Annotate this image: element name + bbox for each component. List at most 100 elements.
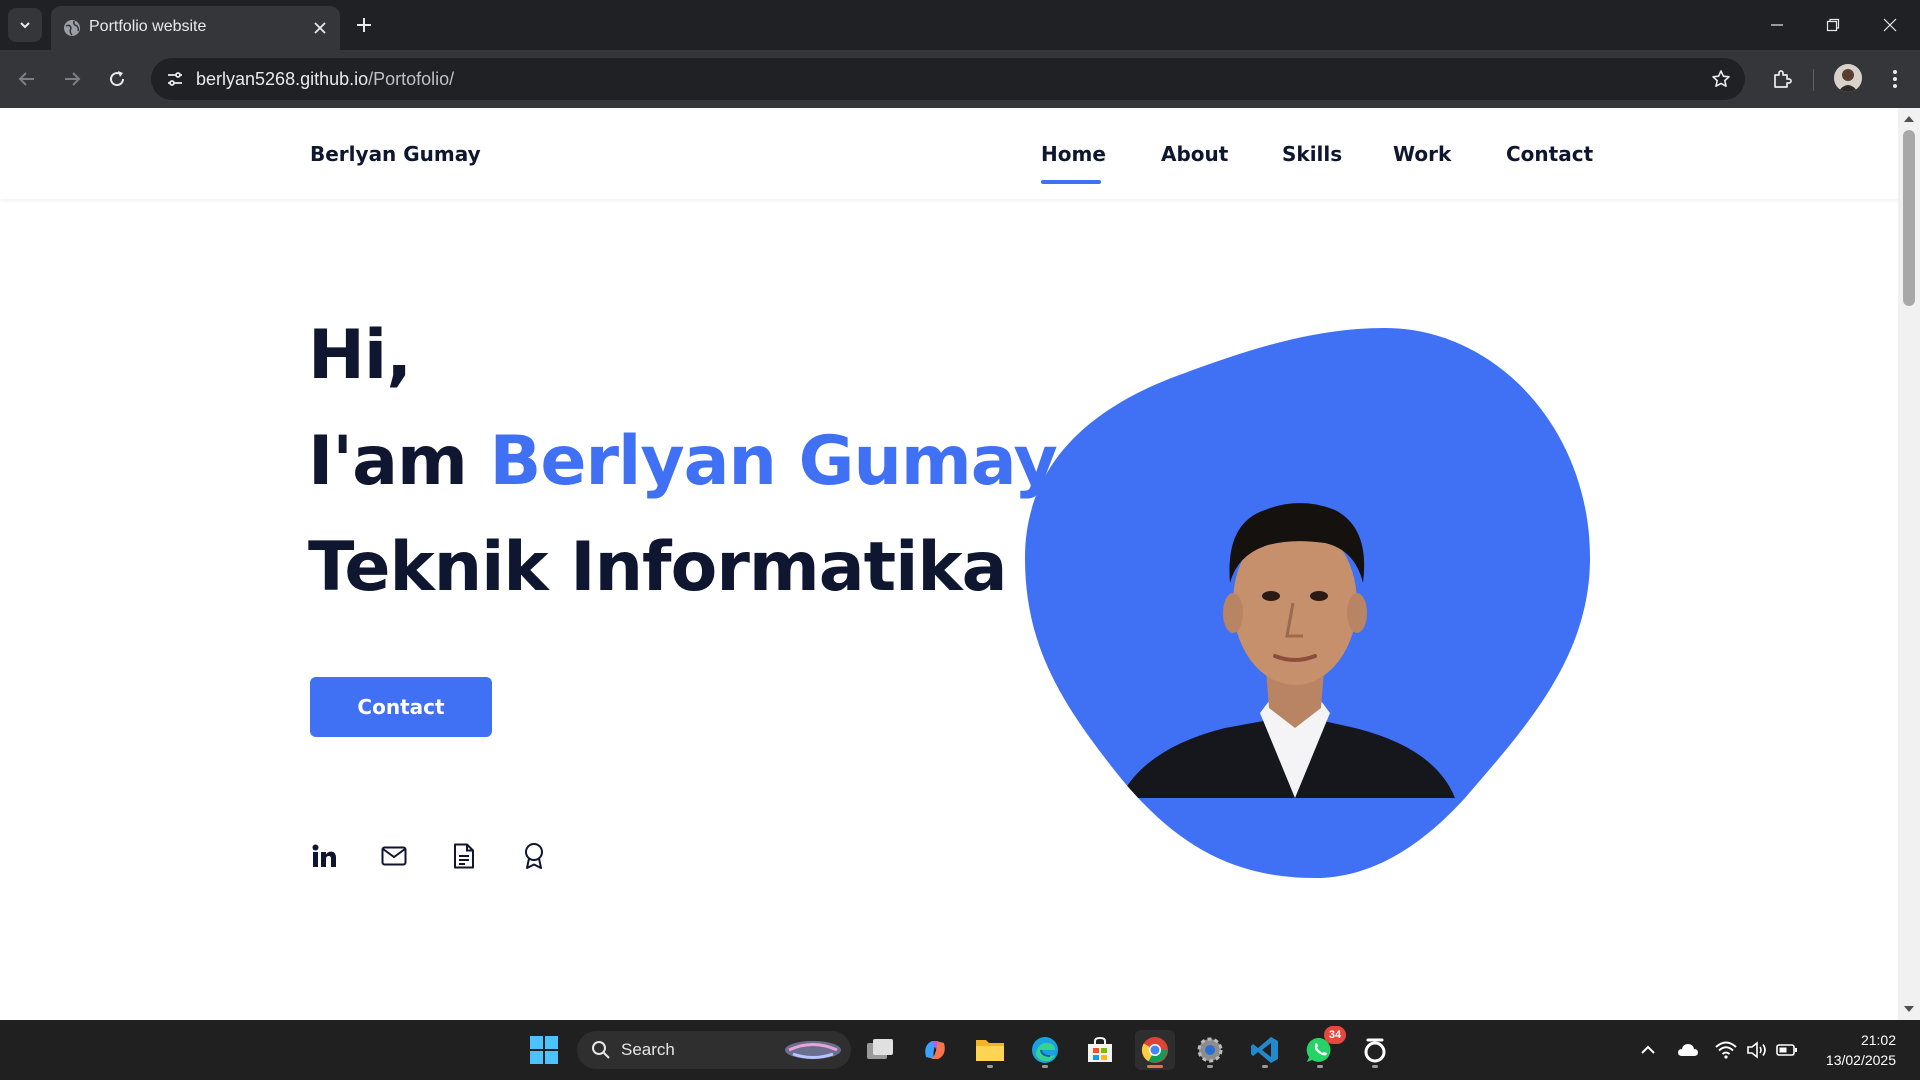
chrome-icon [1141,1037,1168,1063]
hero-image-blob [1025,328,1590,878]
scroll-up-arrow[interactable] [1904,116,1914,122]
tray-battery[interactable] [1775,1038,1799,1062]
tray-volume[interactable] [1745,1038,1769,1062]
reload-button[interactable] [102,64,132,94]
running-indicator [1372,1065,1378,1068]
taskbar-settings[interactable] [1190,1030,1230,1070]
extensions-button[interactable] [1767,64,1797,94]
tray-onedrive[interactable] [1676,1038,1700,1062]
hero-subtitle: Teknik Informatika [308,528,1008,607]
folder-icon [976,1040,1004,1061]
tune-icon [168,72,182,86]
nav-contact[interactable]: Contact [1506,142,1593,166]
minimize-icon [1771,24,1783,26]
taskbar-clock[interactable]: 21:02 13/02/2025 [1826,1030,1896,1070]
email-link[interactable] [379,841,409,871]
nav-home[interactable]: Home [1041,142,1106,166]
taskbar-copilot[interactable] [915,1030,955,1070]
close-icon [1883,18,1897,32]
clock-time: 21:02 [1860,1032,1896,1048]
browser-tab[interactable]: Portfolio website [51,6,340,50]
edge-icon [1032,1037,1058,1063]
toolbar-divider [1813,69,1814,91]
tray-wifi[interactable] [1714,1038,1738,1062]
windows-taskbar: Search 34 21:02 13/02/2025 [0,1020,1920,1080]
url-host: berlyan5268.github.io [196,69,369,89]
taskbar-search[interactable]: Search [577,1031,851,1069]
running-indicator [1262,1065,1268,1068]
vscode-icon [1251,1037,1278,1063]
minimize-button[interactable] [1764,12,1790,38]
nav-about[interactable]: About [1161,142,1228,166]
battery-icon [1776,1044,1797,1056]
copilot-icon [925,1041,945,1059]
url-path: /Portofolio/ [368,69,455,89]
scroll-down-arrow[interactable] [1904,1006,1914,1012]
start-button[interactable] [524,1030,564,1070]
tab-close-button[interactable] [310,18,330,38]
scrollbar-thumb[interactable] [1903,130,1915,306]
tab-title: Portfolio website [89,18,207,35]
linkedin-link[interactable] [309,841,339,871]
running-indicator [1317,1065,1323,1068]
mail-icon [381,846,407,866]
plus-icon [357,18,371,32]
tray-overflow-button[interactable] [1636,1038,1660,1062]
more-vertical-icon [1893,70,1897,88]
page-scrollbar[interactable] [1898,108,1920,1020]
taskbar-whatsapp[interactable]: 34 [1300,1026,1346,1070]
taskbar-vscode[interactable] [1245,1030,1285,1070]
taskbar-app[interactable] [1355,1030,1395,1070]
resume-link[interactable] [449,841,479,871]
back-button[interactable] [12,64,42,94]
nav-work[interactable]: Work [1393,142,1451,166]
taskbar-file-explorer[interactable] [970,1030,1010,1070]
chevron-up-icon [1641,1045,1655,1054]
reload-icon [110,71,125,87]
browser-tabstrip: Portfolio website [0,0,1920,50]
document-icon [454,843,474,869]
site-logo[interactable]: Berlyan Gumay [310,142,481,166]
taskbar-chrome[interactable] [1135,1030,1175,1070]
address-bar[interactable]: berlyan5268.github.io/Portofolio/ [151,58,1745,100]
nav-skills[interactable]: Skills [1282,142,1342,166]
certificate-link[interactable] [519,841,549,871]
globe-icon [64,20,80,36]
running-indicator [987,1065,993,1068]
taskbar-store[interactable] [1080,1030,1120,1070]
url-text[interactable]: berlyan5268.github.io/Portofolio/ [196,69,454,90]
task-view-icon [867,1039,893,1059]
puzzle-icon [1774,70,1792,88]
active-indicator [1147,1065,1163,1068]
browser-toolbar: berlyan5268.github.io/Portofolio/ [0,50,1920,108]
bookmark-button[interactable] [1709,67,1733,91]
close-window-button[interactable] [1877,12,1903,38]
arrow-left-icon [18,72,34,86]
star-icon [1712,70,1730,87]
running-indicator [1042,1065,1048,1068]
notification-badge: 34 [1324,1026,1346,1044]
profile-avatar[interactable] [1834,64,1862,92]
tab-search-button[interactable] [8,8,42,42]
restore-button[interactable] [1820,12,1846,38]
nav-active-indicator [1041,180,1101,184]
new-tab-button[interactable] [352,13,376,37]
forward-button[interactable] [57,64,87,94]
browser-menu-button[interactable] [1880,64,1910,94]
windows-logo-icon [530,1036,558,1064]
taskbar-edge[interactable] [1025,1030,1065,1070]
page-viewport: Berlyan Gumay Home About Skills Work Con… [0,108,1898,1020]
hero-contact-button[interactable]: Contact [310,677,492,737]
taskbar-task-view[interactable] [860,1030,900,1070]
chevron-down-icon [20,22,30,29]
volume-icon [1747,1041,1766,1059]
clock-date: 13/02/2025 [1825,1052,1896,1068]
cloud-icon [1678,1044,1698,1056]
search-label: Search [621,1040,675,1059]
hero-name-prefix: I'am [308,422,490,501]
hero-greeting: Hi, [308,316,412,395]
restore-icon [1826,18,1840,32]
site-info-button[interactable] [161,65,189,93]
hero-name: Berlyan Gumay [489,422,1058,501]
site-header: Berlyan Gumay Home About Skills Work Con… [0,108,1898,199]
